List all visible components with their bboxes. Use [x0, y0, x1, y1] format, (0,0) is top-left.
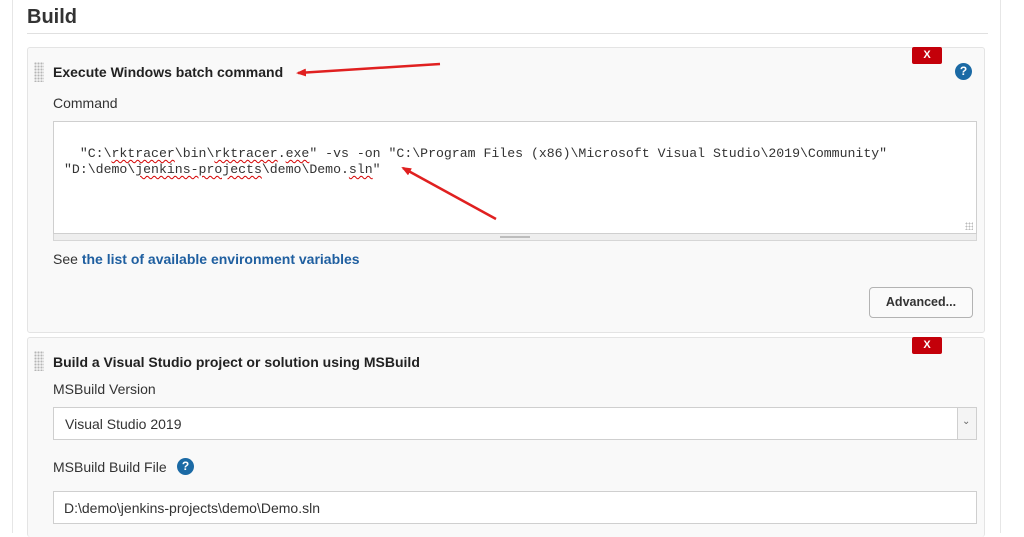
select-arrow-zone[interactable]: ⌄	[957, 408, 976, 439]
msbuild-build-file-label: MSBuild Build File	[53, 459, 167, 475]
env-vars-line: See the list of available environment va…	[53, 251, 360, 267]
misspelled-word: rktracer	[214, 146, 278, 161]
misspelled-word: jenkins-projects	[135, 162, 262, 177]
command-textarea[interactable]: "C:\rktracer\bin\rktracer.exe" -vs -on "…	[53, 121, 977, 234]
resize-bar-icon	[500, 236, 530, 238]
msbuild-version-select[interactable]: Visual Studio 2019 ⌄	[53, 407, 977, 440]
help-icon[interactable]: ?	[955, 63, 972, 80]
section-divider	[27, 33, 988, 34]
help-icon[interactable]: ?	[177, 458, 194, 475]
msbuild-version-label: MSBuild Version	[53, 381, 156, 397]
command-text: \demo\Demo.	[261, 162, 349, 177]
delete-step-button[interactable]: X	[912, 337, 942, 354]
command-text: "C:\	[79, 146, 112, 161]
textarea-resize-handle[interactable]	[53, 234, 977, 241]
step-title-msbuild: Build a Visual Studio project or solutio…	[53, 354, 420, 370]
misspelled-word: rktracer	[111, 146, 175, 161]
command-label: Command	[53, 95, 118, 111]
drag-handle-icon[interactable]	[34, 351, 44, 371]
msbuild-build-file-input[interactable]: D:\demo\jenkins-projects\demo\Demo.sln	[53, 491, 977, 524]
misspelled-word: sln	[348, 162, 373, 177]
msbuild-version-value: Visual Studio 2019	[65, 416, 182, 432]
resize-grip-icon[interactable]	[965, 222, 973, 230]
page-right-border	[1000, 0, 1001, 533]
env-vars-link[interactable]: the list of available environment variab…	[82, 251, 360, 267]
section-title-build: Build	[27, 6, 77, 28]
command-text: .	[277, 146, 286, 161]
page-left-border	[12, 0, 13, 533]
command-text: \bin\	[174, 146, 215, 161]
chevron-down-icon: ⌄	[962, 416, 971, 427]
step-title-batch: Execute Windows batch command	[53, 64, 284, 80]
advanced-button[interactable]: Advanced...	[869, 287, 973, 318]
misspelled-word: exe	[285, 146, 310, 161]
drag-handle-icon[interactable]	[34, 62, 44, 82]
command-text: "	[372, 162, 381, 177]
delete-step-button[interactable]: X	[912, 47, 942, 64]
env-prefix-text: See	[53, 251, 78, 267]
